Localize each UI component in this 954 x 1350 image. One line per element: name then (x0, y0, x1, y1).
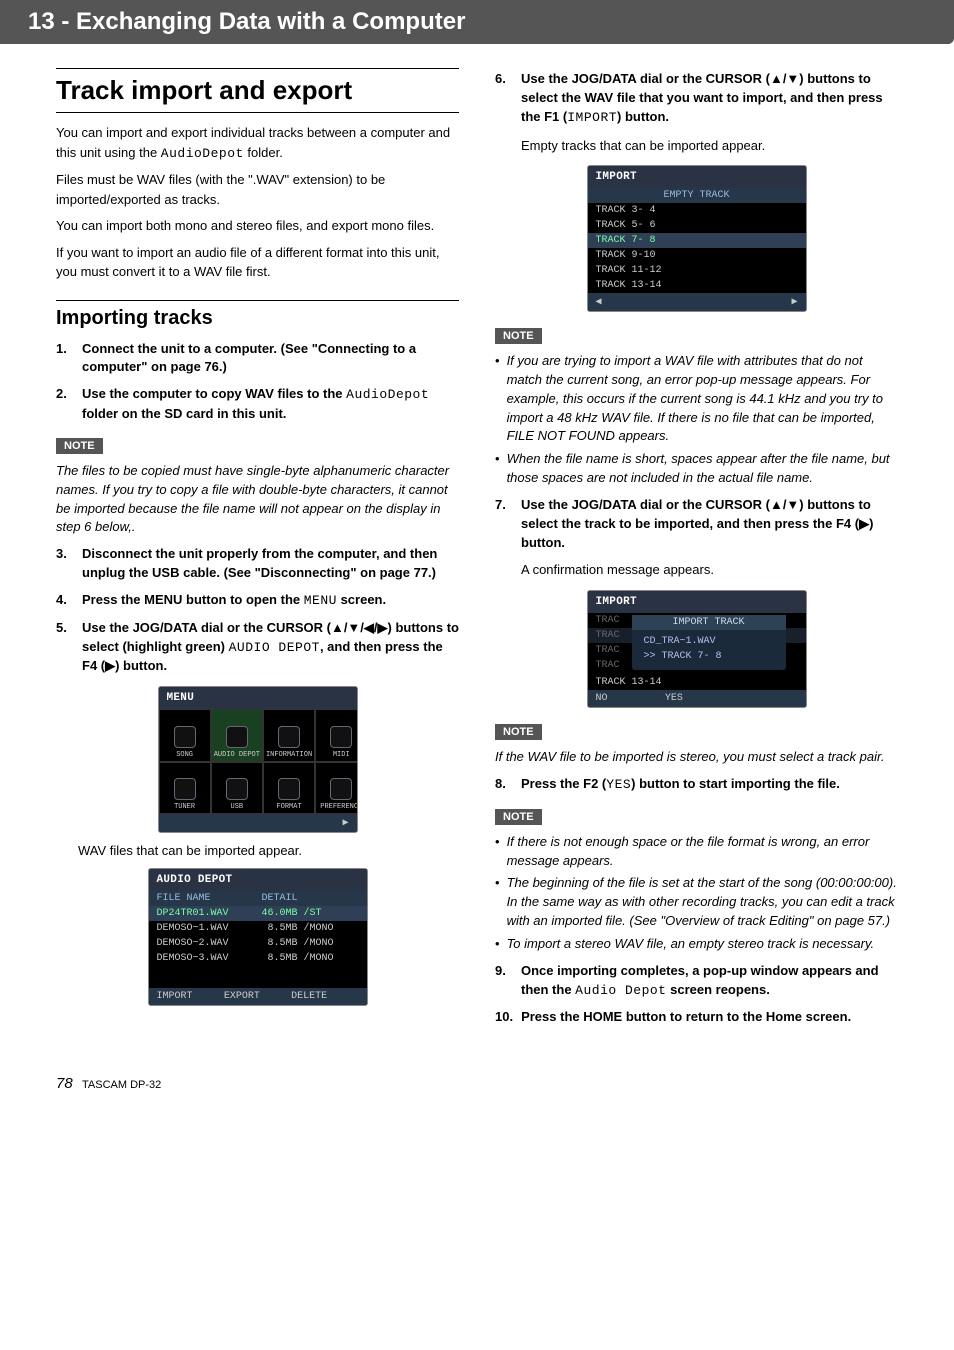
note-label-3: NOTE (495, 724, 542, 740)
caption-wav-files: WAV files that can be imported appear. (78, 843, 459, 858)
import-screenshot-2: IMPORT TRAC TRAC TRAC TRAC IMPORT TRACK … (587, 590, 807, 708)
steps-left-cont: 3.Disconnect the unit properly from the … (56, 545, 459, 676)
main-content: Track import and export You can import a… (0, 62, 954, 1065)
step-3: 3.Disconnect the unit properly from the … (56, 545, 459, 583)
note-2-list: If you are trying to import a WAV file w… (495, 352, 898, 488)
steps-right-9-10: 9. Once importing completes, a pop-up wi… (495, 962, 898, 1028)
step-2: 2. Use the computer to copy WAV files to… (56, 385, 459, 424)
step-10: 10.Press the HOME button to return to th… (495, 1008, 898, 1027)
note-4-bullet-1: If there is not enough space or the file… (495, 833, 898, 871)
para-4: If you want to import an audio file of a… (56, 243, 459, 282)
note-label-2: NOTE (495, 328, 542, 344)
step-6-result: Empty tracks that can be imported appear… (521, 136, 898, 156)
right-column: 6. Use the JOG/DATA dial or the CURSOR (… (495, 62, 898, 1035)
note-label-4: NOTE (495, 809, 542, 825)
chapter-header: 13 - Exchanging Data with a Computer (0, 0, 954, 44)
note-4-bullet-2: The beginning of the file is set at the … (495, 874, 898, 931)
note-label-1: NOTE (56, 438, 103, 454)
steps-right-6: 6. Use the JOG/DATA dial or the CURSOR (… (495, 70, 898, 128)
audio-depot-screenshot: AUDIO DEPOT FILE NAMEDETAIL DP24TR01.WAV… (148, 868, 368, 1006)
para-2: Files must be WAV files (with the ".WAV"… (56, 170, 459, 209)
step-7-result: A confirmation message appears. (521, 560, 898, 580)
section-title: Track import and export (56, 68, 459, 113)
note-4-list: If there is not enough space or the file… (495, 833, 898, 954)
left-column: Track import and export You can import a… (56, 62, 459, 1035)
step-5: 5. Use the JOG/DATA dial or the CURSOR (… (56, 619, 459, 677)
steps-left: 1.Connect the unit to a computer. (See "… (56, 340, 459, 424)
note-4-bullet-3: To import a stereo WAV file, an empty st… (495, 935, 898, 954)
subsection-importing: Importing tracks (56, 300, 459, 332)
page-footer: 78 TASCAM DP-32 (0, 1065, 954, 1132)
note-2-bullet-2: When the file name is short, spaces appe… (495, 450, 898, 488)
step-6: 6. Use the JOG/DATA dial or the CURSOR (… (495, 70, 898, 128)
note-3-body: If the WAV file to be imported is stereo… (495, 748, 898, 767)
note-1-body: The files to be copied must have single-… (56, 462, 459, 537)
step-7: 7.Use the JOG/DATA dial or the CURSOR (▲… (495, 496, 898, 553)
para-3: You can import both mono and stereo file… (56, 216, 459, 236)
step-9: 9. Once importing completes, a pop-up wi… (495, 962, 898, 1001)
menu-screenshot: MENU SONG AUDIO DEPOT INFORMATION MIDI T… (158, 686, 358, 832)
note-2-bullet-1: If you are trying to import a WAV file w… (495, 352, 898, 446)
step-8: 8. Press the F2 (YES) button to start im… (495, 775, 898, 795)
step-4: 4. Press the MENU button to open the MEN… (56, 591, 459, 611)
steps-right-7: 7.Use the JOG/DATA dial or the CURSOR (▲… (495, 496, 898, 553)
step-1: 1.Connect the unit to a computer. (See "… (56, 340, 459, 378)
para-1: You can import and export individual tra… (56, 123, 459, 163)
import-screenshot-1: IMPORT EMPTY TRACK TRACK 3- 4 TRACK 5- 6… (587, 165, 807, 312)
steps-right-8: 8. Press the F2 (YES) button to start im… (495, 775, 898, 795)
